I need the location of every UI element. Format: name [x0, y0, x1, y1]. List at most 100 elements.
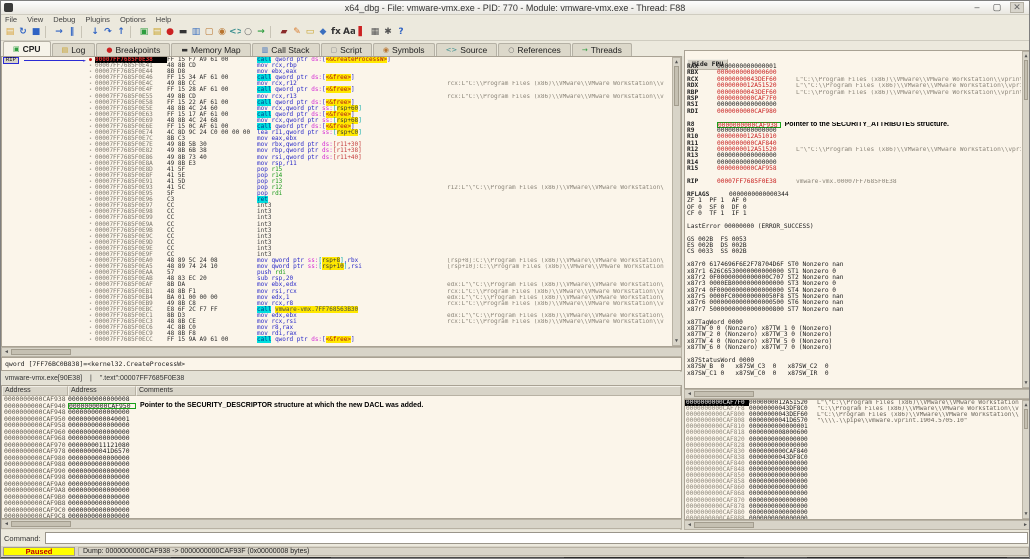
register-comment: vmware-vmx.00007FF7685F0E38: [796, 179, 897, 186]
dump-column-header[interactable]: Comments: [136, 386, 681, 396]
dump-hscrollbar[interactable]: ◄: [1, 519, 682, 529]
instruction-token: rdi: [271, 190, 283, 198]
symbols-icon: ◉: [382, 46, 389, 54]
disasm-row[interactable]: • 00007FF7685F0ECC FF 15 9A A9 61 00 call q…: [2, 336, 681, 344]
tab-memory-map[interactable]: ▬ Memory Map: [171, 43, 251, 56]
stack-rows: 0000000000CAF7F0 0000000012A51520 L"\"C:\\…: [685, 400, 1029, 519]
label-icon[interactable]: ▭: [304, 26, 316, 38]
scroll-thumb[interactable]: [674, 66, 679, 106]
tab-source[interactable]: <> Source: [435, 43, 498, 56]
tab-symbols[interactable]: ◉ Symbols: [372, 43, 435, 56]
script-icon[interactable]: ▢: [203, 26, 215, 38]
disasm-hscrollbar[interactable]: ◄: [1, 347, 682, 357]
instruction-token: ]: [350, 86, 355, 94]
register-text-line: x87SW_C1 0 x87SW_C0 0 x87SW_IR 0: [687, 369, 829, 377]
scroll-thumb[interactable]: [694, 522, 754, 528]
tab-cpu[interactable]: ▣ CPU: [3, 41, 51, 56]
registers-vscrollbar[interactable]: ▲ ▼: [1022, 51, 1029, 388]
tab-log[interactable]: ▤ Log: [51, 43, 96, 56]
font-icon[interactable]: Aa: [343, 26, 355, 38]
log-icon[interactable]: ▤: [151, 26, 163, 38]
register-row[interactable]: R15 0000000000CAF958: [687, 165, 1021, 173]
tab-call-stack[interactable]: ▥ Call Stack: [251, 43, 320, 56]
settings-icon[interactable]: ✱: [382, 26, 394, 38]
bookmark-icon[interactable]: ◆: [317, 26, 329, 38]
pause-icon[interactable]: ‖: [66, 26, 78, 38]
close-button[interactable]: ✕: [1010, 2, 1024, 13]
tab-references[interactable]: ○ References: [498, 43, 571, 56]
scroll-down-icon[interactable]: ▼: [673, 337, 680, 345]
memory-map-icon[interactable]: ▬: [177, 26, 189, 38]
menu-item-plugins[interactable]: Plugins: [85, 15, 110, 24]
menu-item-view[interactable]: View: [27, 15, 43, 24]
register-name: R15: [687, 165, 699, 173]
dump-panel[interactable]: Address Address Comments 0000000000CAF938 0…: [1, 385, 682, 519]
symbols-icon[interactable]: ◉: [216, 26, 228, 38]
call-stack-icon[interactable]: ▥: [190, 26, 202, 38]
calculator-icon[interactable]: ▦: [369, 26, 381, 38]
scroll-left-icon[interactable]: ◄: [685, 391, 694, 397]
registers-hscrollbar[interactable]: ◄: [684, 389, 1029, 399]
scroll-thumb[interactable]: [11, 521, 71, 527]
breakpoint-icon[interactable]: ●: [164, 26, 176, 38]
scroll-down-icon[interactable]: ▼: [1023, 379, 1029, 387]
instruction-token: ]: [358, 129, 362, 137]
register-row[interactable]: RDI 0000000000CAF980: [687, 108, 1021, 115]
tab-label: Call Stack: [271, 45, 310, 55]
disasm-vscrollbar[interactable]: ▲ ▼: [672, 57, 681, 346]
execute-till-return-icon[interactable]: ↑: [115, 26, 127, 38]
registers-panel[interactable]: Hide FPU RAX 0000000000000001 RBX 000000000…: [684, 50, 1029, 389]
stack-panel[interactable]: 0000000000CAF7F0 0000000012A51520 L"\"C:\\…: [684, 399, 1029, 520]
cpu-icon[interactable]: ▣: [138, 26, 150, 38]
status-badge: Paused: [3, 547, 75, 556]
patch-icon[interactable]: ▰: [278, 26, 290, 38]
scroll-left-icon[interactable]: ◄: [2, 521, 11, 527]
minimize-button[interactable]: –: [970, 3, 984, 12]
scroll-thumb[interactable]: [694, 391, 754, 397]
command-input[interactable]: [44, 532, 1028, 544]
comment-icon[interactable]: ✎: [291, 26, 303, 38]
maximize-button[interactable]: ▢: [990, 3, 1004, 12]
stack-hscrollbar[interactable]: ◄ ►: [684, 520, 1029, 530]
threads-icon[interactable]: →: [255, 26, 267, 38]
stack-vscrollbar[interactable]: ▲ ▼: [1022, 400, 1029, 519]
highlight-icon[interactable]: ▌: [356, 26, 368, 38]
scroll-thumb[interactable]: [1023, 60, 1029, 100]
scroll-thumb[interactable]: [11, 349, 71, 355]
scroll-left-icon[interactable]: ◄: [685, 522, 694, 528]
menu-item-help[interactable]: Help: [156, 15, 171, 24]
register-row[interactable]: RIP 00007FF7685F0E38 vmware-vmx.00007FF768…: [687, 178, 1021, 186]
help-icon[interactable]: ?: [395, 26, 407, 38]
scroll-down-icon[interactable]: ▼: [1023, 510, 1029, 518]
scroll-up-icon[interactable]: ▲: [1023, 52, 1029, 60]
instruction-token: [: [332, 129, 337, 137]
stop-icon[interactable]: ■: [30, 26, 42, 38]
tab-threads[interactable]: → Threads: [571, 43, 632, 56]
disassembly-panel[interactable]: RIP ► ● 00007FF7685F0E38 FF 15 F7 A9 61 00 ca…: [1, 56, 682, 347]
tab-breakpoints[interactable]: ● Breakpoints: [96, 43, 171, 56]
status-bar: Paused Dump: 0000000000CAF938 -> 0000000…: [1, 546, 1029, 557]
open-file-icon[interactable]: ▤: [4, 26, 16, 38]
source-icon[interactable]: <>: [229, 26, 241, 38]
memory-map-icon: ▬: [181, 46, 189, 54]
tab-label: Memory Map: [191, 45, 241, 55]
step-over-icon[interactable]: ↷: [102, 26, 114, 38]
scroll-up-icon[interactable]: ▲: [1023, 401, 1029, 409]
function-icon[interactable]: fx: [330, 26, 342, 38]
scroll-up-icon[interactable]: ▲: [673, 58, 680, 66]
references-icon[interactable]: ○: [242, 26, 254, 38]
window-buttons: – ▢ ✕: [970, 2, 1029, 13]
tab-script[interactable]: ▢ Script: [320, 43, 372, 56]
menu-item-file[interactable]: File: [5, 15, 17, 24]
step-into-icon[interactable]: ↓: [89, 26, 101, 38]
toolbar-separator: [45, 26, 50, 38]
menu-item-options[interactable]: Options: [120, 15, 146, 24]
instruction-token: <&free>: [325, 74, 351, 82]
scroll-left-icon[interactable]: ◄: [2, 349, 11, 355]
menu-item-debug[interactable]: Debug: [53, 15, 75, 24]
tab-label: Source: [460, 45, 488, 55]
run-icon[interactable]: →: [53, 26, 65, 38]
restart-icon[interactable]: ↻: [17, 26, 29, 38]
scroll-thumb[interactable]: [1023, 409, 1029, 429]
scroll-right-icon[interactable]: ►: [1021, 522, 1029, 528]
